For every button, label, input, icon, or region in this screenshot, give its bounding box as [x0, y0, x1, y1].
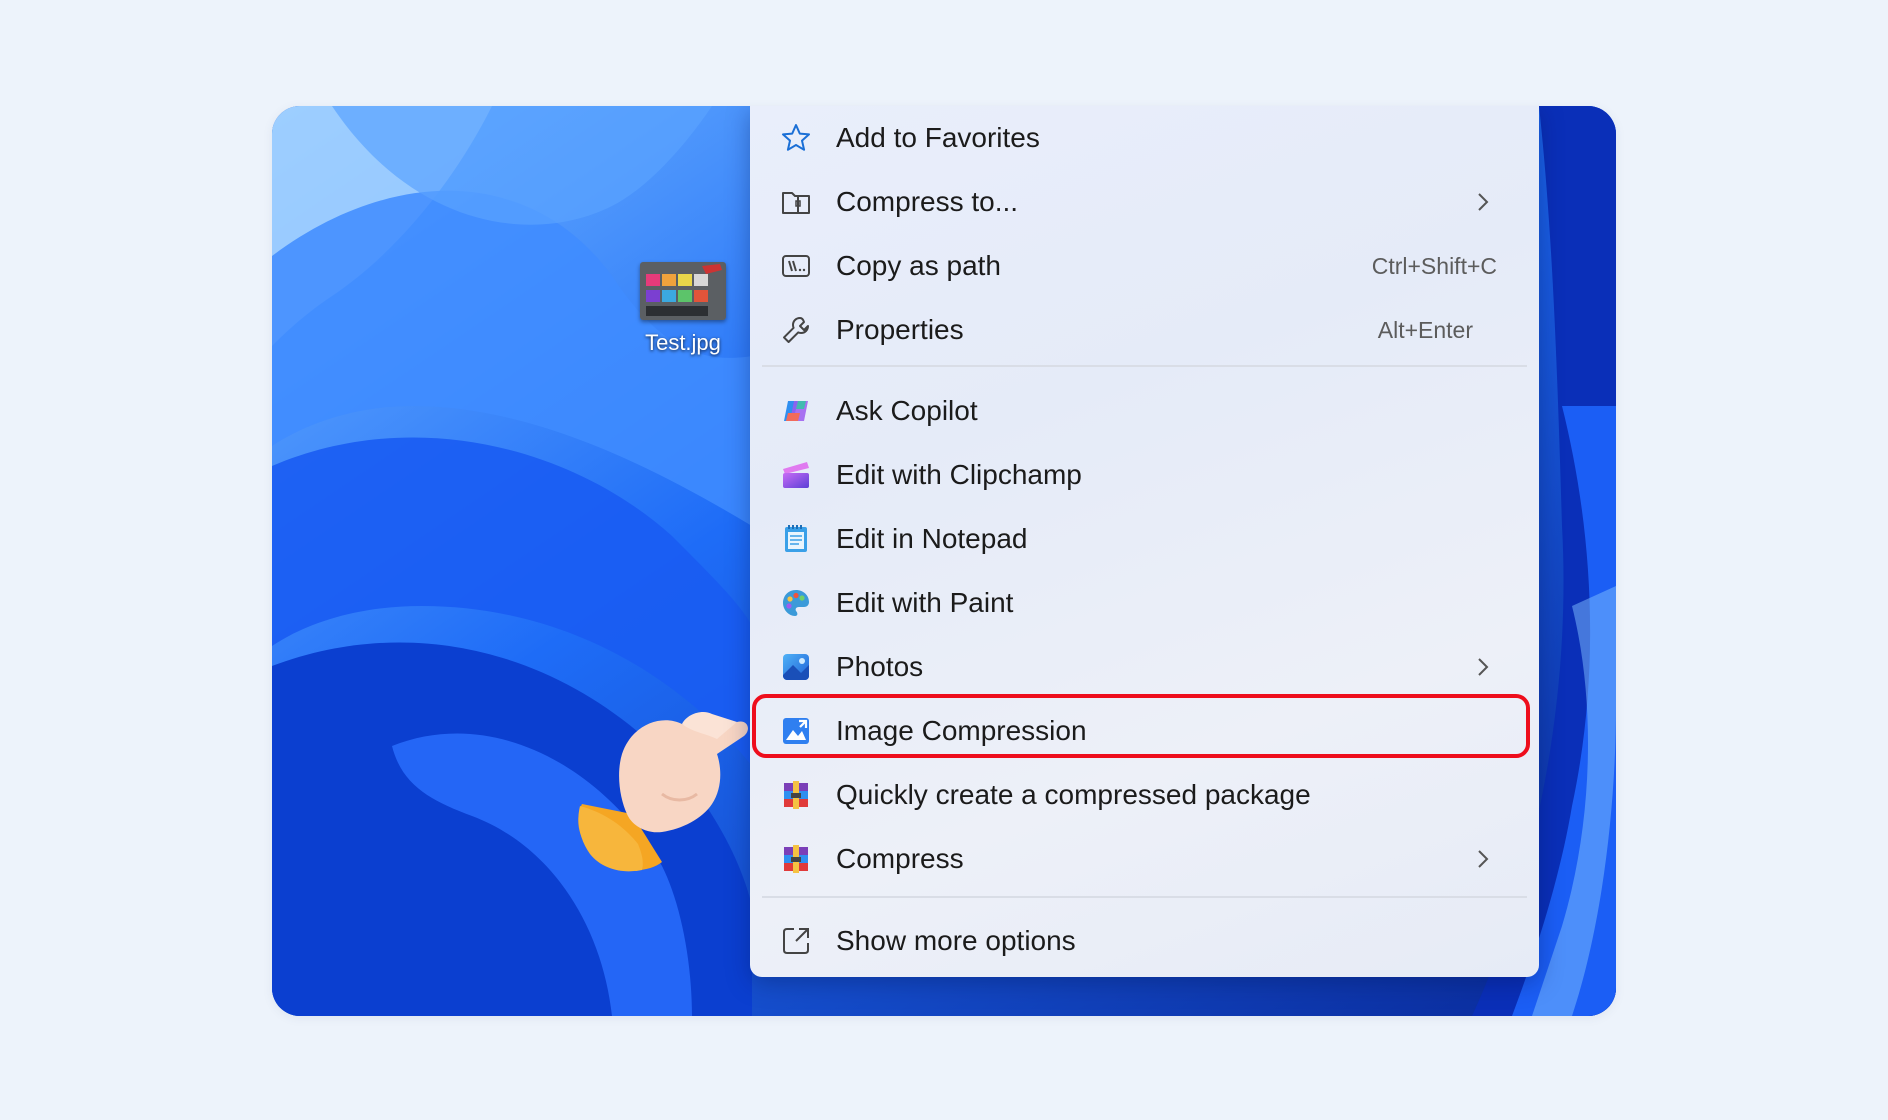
copy-path-icon	[780, 250, 812, 282]
wrench-icon	[780, 314, 812, 346]
menu-item-label: Ask Copilot	[836, 395, 978, 426]
menu-item-label: Edit in Notepad	[836, 523, 1028, 554]
menu-separator	[762, 896, 1527, 898]
menu-item-label: Compress to...	[836, 186, 1019, 217]
menu-item-edit-with-clipchamp[interactable]: Edit with Clipchamp	[762, 443, 1527, 507]
chevron-right-icon	[1478, 193, 1489, 211]
menu-item-label: Edit with Clipchamp	[836, 459, 1082, 490]
menu-item-photos[interactable]: Photos	[762, 635, 1527, 699]
menu-item-label: Copy as path	[836, 250, 1001, 281]
context-menu: Add to Favorites Compress to... Copy as …	[750, 106, 1539, 977]
menu-item-label: Photos	[836, 651, 924, 682]
clipchamp-icon	[780, 459, 812, 491]
menu-item-shortcut: Alt+Enter	[1377, 317, 1473, 343]
menu-item-label: Show more options	[836, 925, 1076, 956]
menu-item-label: Quickly create a compressed package	[836, 779, 1311, 810]
menu-item-add-to-favorites[interactable]: Add to Favorites	[762, 106, 1527, 170]
image-thumbnail-icon	[640, 262, 726, 320]
copilot-icon	[780, 395, 812, 427]
menu-item-copy-as-path[interactable]: Copy as path Ctrl+Shift+C	[762, 234, 1527, 298]
menu-item-show-more-options[interactable]: Show more options	[762, 909, 1527, 973]
menu-item-label: Compress	[836, 843, 964, 874]
menu-item-compress-to[interactable]: Compress to...	[762, 170, 1527, 234]
pointing-hand-icon	[578, 712, 748, 872]
highlight-box	[752, 694, 1530, 758]
menu-item-quickly-create-compressed-package[interactable]: Quickly create a compressed package	[762, 763, 1527, 827]
menu-item-ask-copilot[interactable]: Ask Copilot	[762, 379, 1527, 443]
zip-folder-icon	[780, 186, 812, 218]
photos-icon	[780, 651, 812, 683]
menu-item-properties[interactable]: Properties Alt+Enter	[762, 298, 1527, 362]
menu-item-edit-in-notepad[interactable]: Edit in Notepad	[762, 507, 1527, 571]
menu-separator	[762, 365, 1527, 367]
desktop-file-label: Test.jpg	[645, 330, 721, 355]
star-icon	[780, 122, 812, 154]
menu-item-label: Properties	[836, 314, 964, 345]
winrar-icon	[780, 779, 812, 811]
menu-item-label: Add to Favorites	[836, 122, 1040, 153]
desktop-file-test-jpg[interactable]: Test.jpg	[634, 262, 732, 356]
menu-item-shortcut: Ctrl+Shift+C	[1371, 253, 1497, 279]
menu-item-label: Edit with Paint	[836, 587, 1014, 618]
notepad-icon	[780, 523, 812, 555]
chevron-right-icon	[1478, 850, 1489, 868]
menu-item-edit-with-paint[interactable]: Edit with Paint	[762, 571, 1527, 635]
chevron-right-icon	[1478, 658, 1489, 676]
paint-icon	[780, 587, 812, 619]
menu-item-compress[interactable]: Compress	[762, 827, 1527, 891]
desktop-screenshot: Test.jpg Add to Favorites Compress to...	[272, 106, 1616, 1016]
winrar-icon	[780, 843, 812, 875]
show-more-icon	[780, 925, 812, 957]
